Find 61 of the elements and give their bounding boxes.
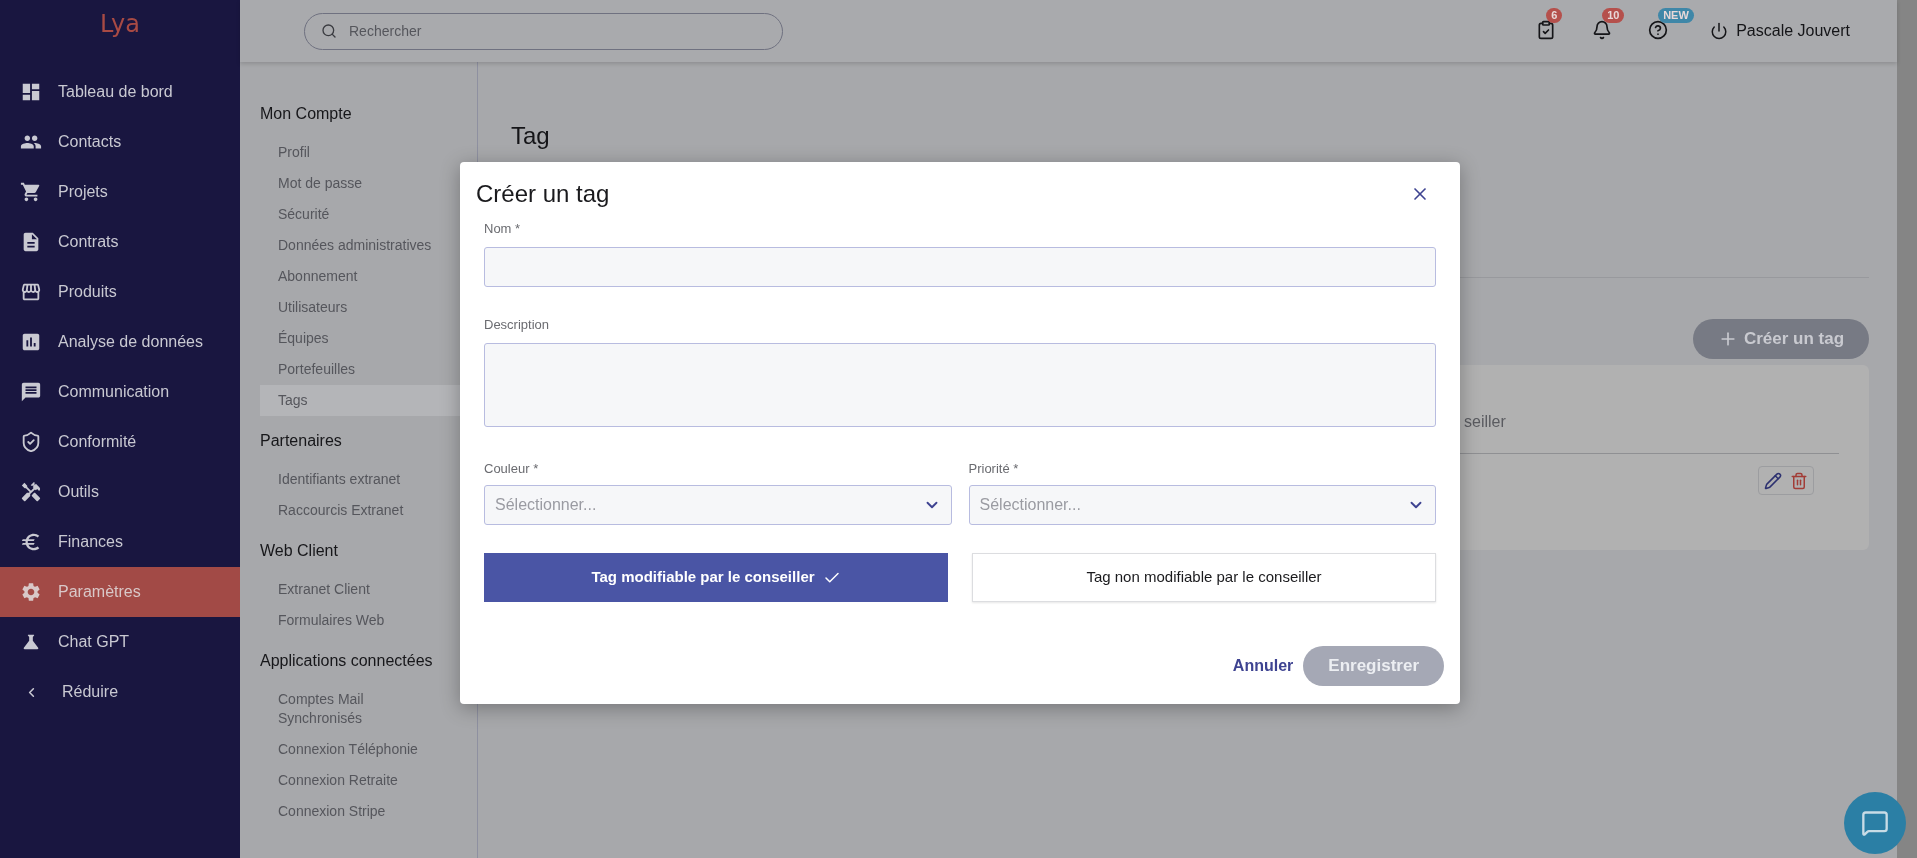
field-label: Couleur * [484,460,540,478]
chat-icon [1861,809,1889,837]
option-toggle[interactable]: Tag modifiable par le conseiller [484,553,948,602]
create-tag-button[interactable]: Créer un tag [1693,319,1869,359]
cart-icon [20,181,42,203]
tag-description: seiller [1463,412,1507,432]
logo[interactable]: Lya [99,12,141,36]
sidebar-item[interactable]: Projets [0,167,240,217]
scrollbar[interactable] [1897,0,1917,858]
euro-icon [20,531,42,553]
page-title: Tag [511,122,551,150]
storefront-icon [20,281,42,303]
count-badge: NEW [1658,8,1694,23]
help-icon[interactable] [1648,20,1669,40]
menu-heading: Web Client [260,541,339,561]
settings-icon [20,581,42,603]
tools-icon [20,481,42,503]
clipboard-check-icon[interactable] [1536,20,1557,40]
chart-icon [20,331,42,353]
edit-icon[interactable] [1764,471,1782,490]
sidebar-item[interactable]: Communication [0,367,240,417]
menu-heading: Applications connectées [260,651,434,671]
user-menu[interactable]: Pascale Jouvert [1710,19,1850,43]
count-badge: 6 [1546,8,1563,23]
field-label: Description [484,316,551,334]
menu-item[interactable]: Connexion Téléphonie [260,734,477,765]
count-badge: 10 [1602,8,1625,23]
sidebar-item[interactable]: Tableau de bord [0,67,240,117]
sidebar-item[interactable]: Chat GPT [0,617,240,667]
description-field[interactable] [484,343,1436,427]
sidebar-item[interactable]: Finances [0,517,240,567]
sidebar-item[interactable]: Contacts [0,117,240,167]
power-icon [1710,22,1729,40]
collapse-button[interactable]: Réduire [0,667,240,717]
sidebar-item[interactable]: Contrats [0,217,240,267]
sidebar-item[interactable]: Produits [0,267,240,317]
search-icon [321,22,337,39]
message-icon [20,381,42,403]
sidebar-item[interactable]: Outils [0,467,240,517]
option-toggle[interactable]: Tag non modifiable par le conseiller [972,553,1436,602]
name-field[interactable] [484,247,1436,287]
select-field[interactable]: Sélectionner... [484,485,952,525]
search-field[interactable]: Rechercher [304,12,783,50]
menu-item[interactable]: Profil [260,137,477,168]
menu-heading: Partenaires [260,431,343,451]
menu-heading: Mon Compte [260,104,353,124]
menu-item[interactable]: Comptes Mail Synchronisés [260,684,477,734]
dialog-title: Créer un tag [476,179,610,209]
cancel-link[interactable]: Annuler [1232,654,1294,678]
dashboard-icon [20,81,42,103]
sidebar-item[interactable]: Analyse de données [0,317,240,367]
menu-item[interactable]: Connexion Retraite [260,765,477,796]
shield-check-icon [20,431,42,453]
bell-icon[interactable] [1592,20,1613,40]
field-label: Nom * [484,220,522,238]
select-field[interactable]: Sélectionner... [968,485,1436,525]
sidebar-item[interactable]: Conformité [0,417,240,467]
delete-icon[interactable] [1790,471,1808,490]
menu-item[interactable]: Connexion Stripe [260,796,477,827]
sidebar-item[interactable]: Paramètres [0,567,240,617]
field-label: Priorité * [968,460,1020,478]
